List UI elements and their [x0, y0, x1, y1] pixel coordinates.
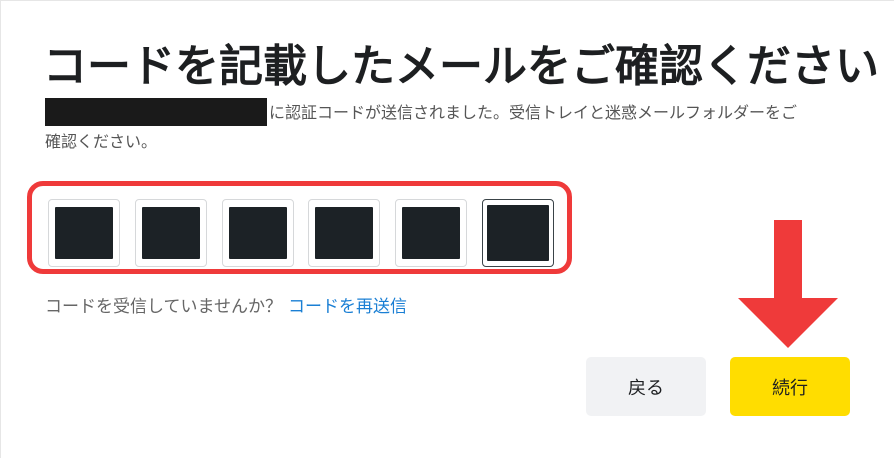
verification-dialog: コードを記載したメールをご確認ください に認証コードが送信されました。受信トレイ… — [0, 0, 894, 458]
arrow-down-icon — [738, 220, 838, 348]
redacted-digit — [142, 207, 200, 259]
redacted-digit — [315, 207, 373, 259]
page-title: コードを記載したメールをご確認ください — [43, 41, 879, 92]
code-digit-5[interactable] — [395, 199, 467, 267]
code-digit-2[interactable] — [135, 199, 207, 267]
redacted-digit — [402, 207, 460, 259]
redacted-digit — [487, 205, 549, 261]
code-digit-4[interactable] — [308, 199, 380, 267]
redacted-digit — [55, 207, 113, 259]
description: に認証コードが送信されました。受信トレイと迷惑メールフォルダーをご 確認ください… — [45, 98, 865, 156]
resend-code-link[interactable]: コードを再送信 — [288, 297, 407, 317]
description-line2: 確認ください。 — [45, 132, 158, 151]
resend-prompt: コードを受信していませんか？ — [45, 297, 282, 317]
redacted-email — [45, 98, 267, 126]
continue-button[interactable]: 続行 — [730, 357, 850, 416]
code-digit-3[interactable] — [222, 199, 294, 267]
description-line1: に認証コードが送信されました。受信トレイと迷惑メールフォルダーをご — [269, 103, 798, 122]
resend-row: コードを受信していませんか？ コードを再送信 — [45, 292, 407, 317]
code-digit-6[interactable] — [482, 199, 554, 267]
code-digit-1[interactable] — [48, 199, 120, 267]
redacted-digit — [229, 207, 287, 259]
back-button[interactable]: 戻る — [586, 357, 706, 416]
